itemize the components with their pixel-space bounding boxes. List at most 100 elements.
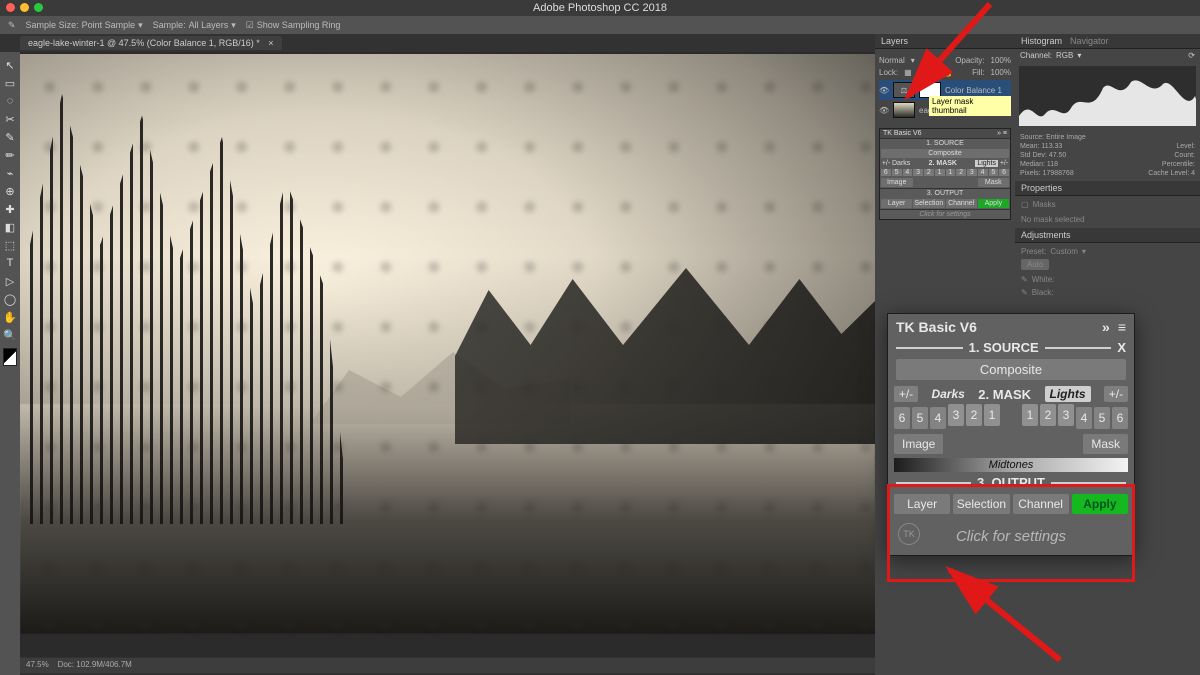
tk-plus-lights[interactable]: +/-: [1104, 386, 1128, 402]
tk-menu-icon[interactable]: ≡: [1118, 319, 1126, 335]
tk-mini-mask-btn[interactable]: Mask: [978, 178, 1010, 187]
tk-mini-n[interactable]: 2: [924, 169, 934, 176]
tk-mini-settings[interactable]: Click for settings: [880, 209, 1010, 219]
tk-mini-n[interactable]: 6: [999, 169, 1009, 176]
tk-output-layer[interactable]: Layer: [894, 494, 950, 514]
layer-row-color-balance[interactable]: 👁 ⚖ Color Balance 1 Layer mask thumbnail: [879, 80, 1011, 100]
color-swatch[interactable]: [3, 348, 17, 366]
fill-value[interactable]: 100%: [991, 68, 1011, 77]
tk-apply-button[interactable]: Apply: [1072, 494, 1128, 514]
black-eyedropper-icon[interactable]: ✎: [1021, 288, 1028, 297]
refresh-icon[interactable]: ⟳: [1188, 51, 1195, 60]
tk-mini-n[interactable]: 4: [978, 169, 988, 176]
minimize-window-icon[interactable]: [20, 3, 29, 12]
tk-mini-sel[interactable]: Selection: [913, 199, 944, 208]
tk-dark-4[interactable]: 4: [930, 407, 946, 429]
tk-image-button[interactable]: Image: [894, 434, 943, 454]
tk-mini-n[interactable]: 3: [967, 169, 977, 176]
adjustments-tab[interactable]: Adjustments: [1015, 228, 1200, 243]
tk-light-3[interactable]: 3: [1058, 404, 1074, 426]
tk-mini-pm2[interactable]: +/-: [999, 160, 1009, 167]
tk-collapse-icon[interactable]: »: [1102, 319, 1110, 335]
layers-panel-header[interactable]: Layers: [875, 34, 1015, 49]
properties-tab[interactable]: Properties: [1021, 183, 1062, 193]
tk-dark-2[interactable]: 2: [966, 404, 982, 426]
clone-tool[interactable]: ⊕: [0, 182, 20, 200]
zoom-level[interactable]: 47.5%: [26, 660, 49, 669]
tk-mini-image[interactable]: Image: [881, 178, 913, 187]
blend-mode-select[interactable]: Normal: [879, 56, 905, 65]
crop-tool[interactable]: ✂: [0, 110, 20, 128]
shape-tool[interactable]: ◯: [0, 290, 20, 308]
marquee-tool[interactable]: ▭: [0, 74, 20, 92]
tk-mini-composite[interactable]: Composite: [881, 149, 1009, 158]
tk-mini-layer[interactable]: Layer: [881, 199, 912, 208]
history-brush-tool[interactable]: ✚: [0, 200, 20, 218]
tk-composite-button[interactable]: Composite: [896, 359, 1126, 380]
tk-light-6[interactable]: 6: [1112, 407, 1128, 429]
adjustment-thumb[interactable]: ⚖: [893, 82, 915, 98]
lock-move-icon[interactable]: ✥: [930, 68, 937, 77]
tk-dark-6[interactable]: 6: [894, 407, 910, 429]
tk-dark-1[interactable]: 1: [984, 404, 1000, 426]
type-tool[interactable]: T: [0, 254, 20, 272]
zoom-tool[interactable]: 🔍: [0, 326, 20, 344]
tk-dark-3[interactable]: 3: [948, 404, 964, 426]
tk-output-channel[interactable]: Channel: [1013, 494, 1069, 514]
visibility-icon[interactable]: 👁: [879, 86, 889, 95]
tk-mini-n[interactable]: 6: [881, 169, 891, 176]
close-tab-icon[interactable]: ×: [268, 38, 273, 48]
white-eyedropper-icon[interactable]: ✎: [1021, 275, 1028, 284]
lasso-tool[interactable]: ◌: [0, 92, 20, 110]
channel-select[interactable]: RGB: [1056, 51, 1073, 60]
tk-light-1[interactable]: 1: [1022, 404, 1038, 426]
navigator-tab[interactable]: Navigator: [1070, 36, 1109, 46]
tk-mini-n[interactable]: 5: [892, 169, 902, 176]
sample-control[interactable]: Sample: All Layers ▾: [153, 20, 236, 31]
preset-select[interactable]: Custom: [1050, 247, 1078, 256]
sample-size-control[interactable]: Sample Size: Point Sample ▾: [26, 20, 143, 31]
lock-brush-icon[interactable]: ✎: [918, 68, 925, 77]
tk-mini-n[interactable]: 3: [913, 169, 923, 176]
tk-mini-n[interactable]: 5: [989, 169, 999, 176]
tk-mini-n[interactable]: 4: [903, 169, 913, 176]
gradient-tool[interactable]: ◧: [0, 218, 20, 236]
move-tool[interactable]: ↖: [0, 56, 20, 74]
image-thumb[interactable]: [893, 102, 915, 118]
auto-button[interactable]: Auto: [1021, 259, 1049, 270]
tk-midtones-label[interactable]: Midtones: [894, 458, 1128, 472]
eraser-tool[interactable]: ⬚: [0, 236, 20, 254]
tk-output-selection[interactable]: Selection: [953, 494, 1009, 514]
tk-mini-apply[interactable]: Apply: [978, 199, 1009, 208]
tk-light-4[interactable]: 4: [1076, 407, 1092, 429]
tk-light-5[interactable]: 5: [1094, 407, 1110, 429]
canvas[interactable]: [20, 52, 875, 657]
opacity-value[interactable]: 100%: [991, 56, 1011, 65]
lock-all-icon[interactable]: 🔒: [943, 68, 953, 77]
eyedropper-tool[interactable]: ✎: [0, 128, 20, 146]
zoom-window-icon[interactable]: [34, 3, 43, 12]
tk-mini-n[interactable]: 1: [946, 169, 956, 176]
brush-tool[interactable]: ✏: [0, 146, 20, 164]
show-ring-checkbox[interactable]: ☑ Show Sampling Ring: [246, 20, 341, 31]
tk-mini-pm[interactable]: +/-: [881, 160, 891, 167]
tk-minus-darks[interactable]: +/-: [894, 386, 918, 402]
document-tab[interactable]: eagle-lake-winter-1 @ 47.5% (Color Balan…: [20, 36, 282, 50]
tk-mini-menu-icon[interactable]: » ≡: [997, 130, 1007, 137]
tk-light-2[interactable]: 2: [1040, 404, 1056, 426]
layer-name[interactable]: Color Balance 1: [945, 86, 1002, 95]
path-tool[interactable]: ▷: [0, 272, 20, 290]
lock-transparent-icon[interactable]: ▦: [904, 68, 912, 77]
tk-mini-chan[interactable]: Channel: [946, 199, 977, 208]
tk-mask-button[interactable]: Mask: [1083, 434, 1128, 454]
hand-tool[interactable]: ✋: [0, 308, 20, 326]
histogram-tab[interactable]: Histogram: [1021, 36, 1062, 46]
tk-settings-link[interactable]: Click for settings: [888, 520, 1134, 555]
tk-mini-n[interactable]: 2: [956, 169, 966, 176]
tk-mini-n[interactable]: 1: [935, 169, 945, 176]
close-window-icon[interactable]: [6, 3, 15, 12]
tk-dark-5[interactable]: 5: [912, 407, 928, 429]
visibility-icon[interactable]: 👁: [879, 106, 889, 115]
healing-tool[interactable]: ⌁: [0, 164, 20, 182]
tk-close-button[interactable]: X: [1117, 340, 1126, 355]
